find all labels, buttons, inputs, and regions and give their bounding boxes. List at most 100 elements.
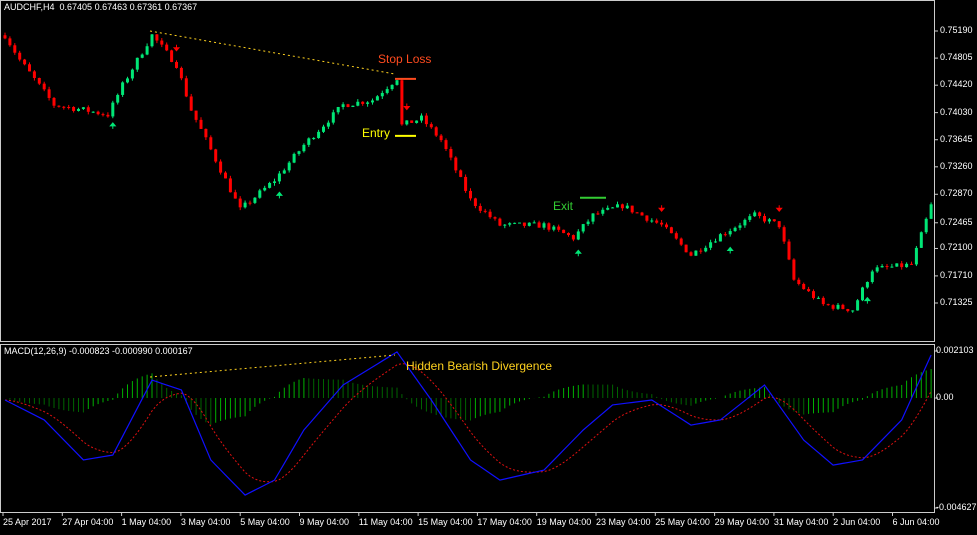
time-tick-label: 6 Jun 04:00: [892, 517, 940, 527]
bear-candle: [165, 44, 169, 51]
bear-candle: [224, 172, 227, 179]
bear-candle: [802, 283, 806, 290]
bear-candle: [233, 192, 237, 199]
bull-candle: [753, 212, 757, 217]
bull-candle: [861, 287, 864, 301]
time-tick-label: 25 May 04:00: [655, 517, 710, 527]
bull-candle: [366, 102, 370, 104]
bull-candle: [508, 223, 512, 225]
bull-candle: [542, 223, 546, 228]
bull-candle: [322, 126, 325, 132]
bull-candle: [905, 263, 909, 268]
stop-loss-label: Stop Loss: [378, 52, 432, 66]
bull-candle: [253, 197, 257, 203]
bull-candle: [851, 310, 855, 312]
bear-candle: [885, 266, 889, 268]
price-tick-label: 0.72100: [940, 242, 973, 253]
bull-candle: [243, 202, 247, 208]
bull-candle: [287, 162, 291, 171]
time-tick-label: 27 Apr 04:00: [62, 517, 114, 527]
bull-candle: [277, 173, 281, 182]
bull-candle: [420, 115, 423, 121]
chart-window[interactable]: AUDCHF,H4 0.67405 0.67463 0.67361 0.6736…: [0, 0, 977, 531]
bear-candle: [493, 217, 497, 219]
bear-candle: [194, 110, 198, 120]
bear-candle: [910, 263, 913, 265]
bear-candle: [620, 204, 624, 209]
bear-candle: [772, 219, 776, 222]
buy-arrow-icon: [109, 122, 117, 129]
buy-arrow-icon: [275, 191, 283, 199]
bull-candle: [395, 80, 399, 85]
bull-candle: [870, 271, 874, 282]
bear-candle: [18, 52, 22, 60]
bear-candle: [410, 120, 414, 123]
time-tick-label: 5 May 04:00: [240, 517, 290, 527]
signal-line: [4, 363, 932, 483]
bear-candle: [821, 297, 825, 305]
bear-candle: [807, 289, 811, 292]
bull-candle: [312, 137, 316, 139]
buy-arrow-icon: [863, 296, 871, 304]
bear-candle: [640, 212, 644, 216]
macd-tick-label: -0.004627: [936, 502, 977, 512]
bull-candle: [581, 224, 585, 232]
bear-candle: [429, 124, 433, 128]
bull-candle: [371, 100, 374, 103]
bull-candle: [263, 187, 267, 191]
bull-candle: [380, 92, 384, 97]
bear-candle: [826, 304, 830, 306]
bear-candle: [537, 222, 541, 228]
bear-candle: [562, 229, 566, 234]
time-tick-label: 1 May 04:00: [121, 517, 172, 527]
macd-tick-label: 0.002103: [936, 345, 974, 355]
bear-candle: [67, 106, 71, 108]
bull-candle: [503, 224, 507, 226]
bull-candle: [738, 225, 742, 228]
bear-candle: [101, 114, 105, 116]
time-tick-label: 19 May 04:00: [536, 517, 592, 527]
bull-candle: [616, 204, 619, 208]
bear-candle: [179, 67, 183, 79]
bear-candle: [459, 170, 463, 177]
price-tick-label: 0.72870: [940, 188, 973, 199]
bull-candle: [150, 34, 154, 47]
chart-canvas[interactable]: [0, 0, 977, 531]
bull-candle: [91, 111, 95, 113]
bull-candle: [875, 267, 879, 272]
bull-candle: [317, 131, 321, 138]
buy-arrow-icon: [574, 249, 582, 257]
bear-candle: [571, 235, 575, 240]
bull-candle: [121, 82, 125, 95]
bull-candle: [326, 122, 330, 127]
bear-candle: [782, 227, 786, 242]
bear-candle: [792, 259, 796, 280]
bear-candle: [361, 101, 365, 104]
time-tick-label: 17 May 04:00: [477, 517, 532, 527]
bear-candle: [23, 59, 27, 65]
bull-candle: [836, 304, 840, 309]
bull-candle: [650, 220, 654, 222]
bull-candle: [331, 112, 335, 123]
bull-candle: [591, 213, 595, 222]
bull-candle: [356, 101, 360, 106]
exit-label: Exit: [553, 199, 574, 213]
bear-candle: [37, 77, 41, 84]
bear-candle: [841, 304, 845, 310]
bull-candle: [273, 181, 276, 183]
bear-candle: [522, 222, 526, 226]
bear-candle: [669, 227, 673, 234]
bull-candle: [709, 242, 713, 248]
time-tick-label: 3 May 04:00: [180, 517, 231, 527]
bear-candle: [900, 263, 904, 268]
bull-candle: [302, 144, 306, 152]
bear-candle: [72, 106, 76, 111]
bear-candle: [567, 233, 570, 236]
bear-candle: [175, 61, 178, 68]
bear-candle: [439, 135, 443, 141]
bear-candle: [454, 157, 458, 171]
bull-candle: [611, 207, 615, 209]
bull-candle: [532, 222, 536, 224]
bull-candle: [816, 297, 820, 299]
bear-candle: [684, 244, 688, 253]
